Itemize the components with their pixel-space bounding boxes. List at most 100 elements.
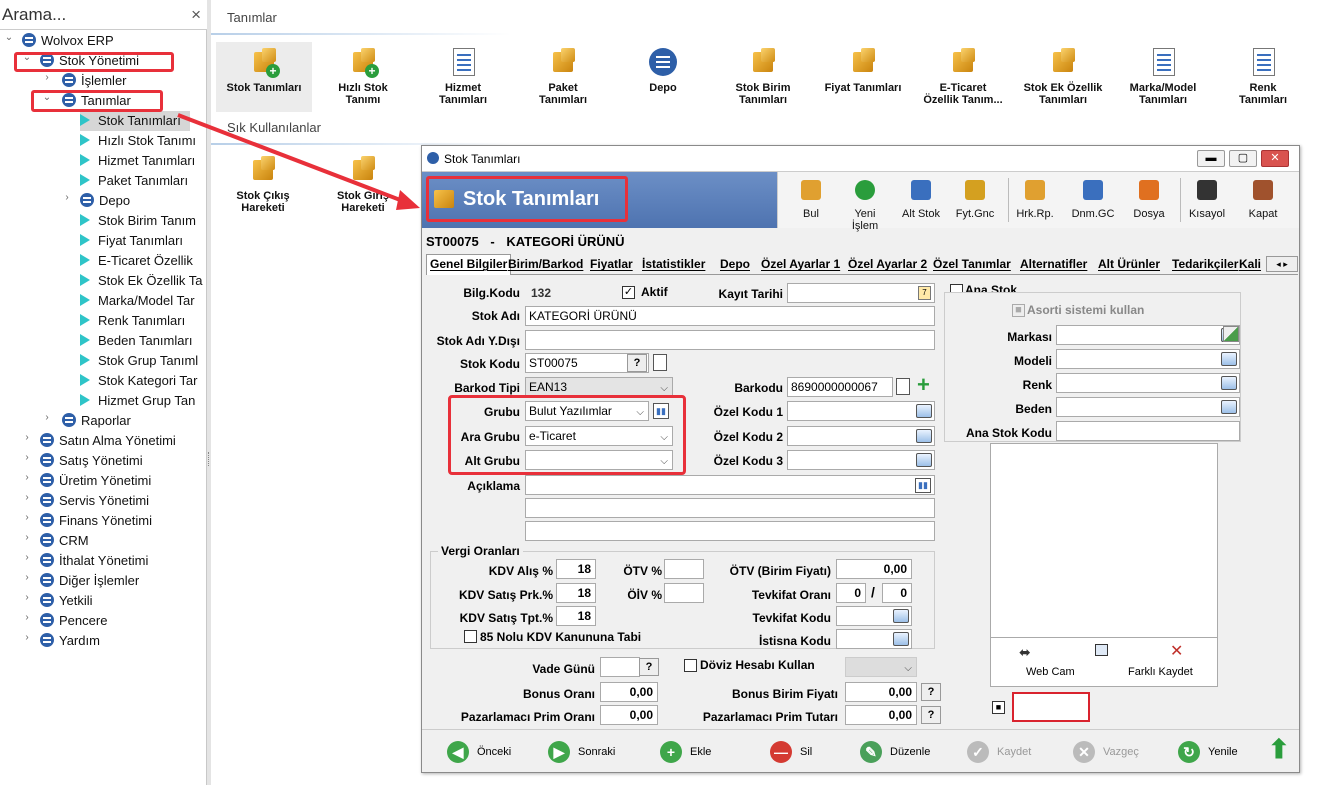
picker-icon[interactable] (916, 404, 932, 418)
expand-chevron-icon[interactable]: › (22, 452, 32, 463)
toolbar-button-0[interactable]: Bul (786, 176, 836, 220)
picker-icon[interactable] (893, 632, 909, 646)
grubu-lookup-icon[interactable]: ▮▮ (653, 403, 669, 419)
ozel-kodu-1-input[interactable] (787, 401, 935, 421)
chevron-down-icon[interactable]: ⌵ (636, 404, 644, 420)
ozel-kodu-2-input[interactable] (787, 426, 935, 446)
tree-item-2[interactable]: Hizmet Tanımları (80, 151, 195, 171)
kayit-tarihi-input[interactable]: 7 (787, 283, 935, 303)
document-icon[interactable] (896, 378, 910, 395)
ozel-kodu-3-input[interactable] (787, 450, 935, 470)
tree-item-12[interactable]: Stok Grup Tanıml (80, 351, 198, 371)
webcam-icon[interactable]: ⬌ (1019, 644, 1031, 661)
expand-chevron-icon[interactable]: › (22, 432, 32, 443)
bottom-button-7[interactable]: ↻ Yenile (1178, 741, 1238, 763)
expand-chevron-icon[interactable]: › (22, 612, 32, 623)
tab-7[interactable]: Özel Tanımlar (933, 257, 1011, 271)
ribbon-button-4[interactable]: Depo (615, 42, 711, 112)
grubu-select[interactable]: Bulut Yazılımlar ⌵ (525, 401, 649, 421)
tab-3[interactable]: İstatistikler (642, 257, 705, 271)
search-bar[interactable]: Arama... × (0, 0, 207, 30)
chevron-down-icon[interactable]: ⌵ (660, 429, 668, 445)
picker-icon[interactable] (1221, 376, 1237, 390)
ribbon-button-3[interactable]: Paket Tanımları (515, 42, 611, 112)
tree-item-module-7[interactable]: Diğer İşlemler (40, 571, 139, 591)
maximize-button[interactable]: ▢ (1229, 150, 1257, 167)
tab-4[interactable]: Depo (720, 257, 750, 271)
toolbar-button-5[interactable]: Dnm.GC (1068, 176, 1118, 220)
bottom-button-0[interactable]: ◀ Önceki (447, 741, 511, 763)
picker-icon[interactable] (893, 609, 909, 623)
otv-birim-fiyati-input[interactable]: 0,00 (836, 559, 912, 579)
bottom-button-3[interactable]: — Sil (770, 741, 812, 763)
bonus-birim-fiyati-input[interactable]: 0,00 (845, 682, 917, 702)
ara-grubu-select[interactable]: e-Ticaret ⌵ (525, 426, 673, 446)
chevron-down-icon[interactable]: ⌵ (660, 453, 668, 469)
expand-chevron-icon[interactable]: › (22, 532, 32, 543)
paz-help-button[interactable]: ? (921, 706, 941, 724)
pazarlamaci-prim-tutari-input[interactable]: 0,00 (845, 705, 917, 725)
input-beden[interactable] (1056, 397, 1240, 417)
tree-item-8[interactable]: Stok Ek Özellik Ta (80, 271, 203, 291)
tab-6[interactable]: Özel Ayarlar 2 (848, 257, 927, 271)
webcam-button[interactable]: Web Cam (1026, 666, 1075, 678)
picker-icon[interactable] (916, 453, 932, 467)
doviz-select[interactable]: ⌵ (845, 657, 917, 677)
expand-chevron-icon[interactable]: › (22, 592, 32, 603)
istisna-kodu-input[interactable] (836, 629, 912, 649)
search-input[interactable]: Arama... (2, 5, 66, 25)
ribbon-button-2[interactable]: Hizmet Tanımları (415, 42, 511, 112)
delete-icon[interactable]: ✕ (1170, 641, 1183, 661)
tree-item-module-10[interactable]: Yardım (40, 631, 100, 651)
barkod-tipi-select[interactable]: EAN13 ⌵ (525, 377, 673, 397)
aciklama-input-1[interactable]: ▮▮ (525, 475, 935, 495)
stok-adi-yd-input[interactable] (525, 330, 935, 350)
bottom-button-1[interactable]: ▶ Sonraki (548, 741, 615, 763)
tree-item-module-5[interactable]: CRM (40, 531, 89, 551)
kdv-prk-input[interactable]: 18 (556, 583, 596, 603)
tree-item-5[interactable]: Stok Birim Tanım (80, 211, 196, 231)
aciklama-input-3[interactable] (525, 521, 935, 541)
tree-item-1[interactable]: Hızlı Stok Tanımı (80, 131, 196, 151)
ribbon-button-8[interactable]: Stok Ek Özellik Tanımları (1015, 42, 1111, 112)
tree-item-3[interactable]: Paket Tanımları (80, 171, 188, 191)
tree-item-7[interactable]: E-Ticaret Özellik (80, 251, 193, 271)
yerli-uretim-checkbox[interactable]: ■ (992, 701, 1005, 714)
expand-chevron-icon[interactable]: › (42, 412, 52, 423)
tab-11[interactable]: Kali (1239, 257, 1261, 271)
expand-chevron-icon[interactable]: › (42, 72, 52, 83)
chevron-down-icon[interactable]: ⌵ (904, 660, 912, 676)
stok-adi-input[interactable]: KATEGORİ ÜRÜNÜ (525, 306, 935, 326)
expand-chevron-icon[interactable]: › (22, 552, 32, 563)
tevkifat-a-input[interactable]: 0 (836, 583, 866, 603)
vade-help-button[interactable]: ? (639, 658, 659, 676)
aktif-checkbox[interactable]: ✓ (622, 286, 635, 299)
ribbon-button-5[interactable]: Stok Birim Tanımları (715, 42, 811, 112)
favorite-button-0[interactable]: Stok Çıkış Hareketi (215, 154, 311, 214)
stok-kodu-help-button[interactable]: ? (627, 354, 647, 372)
toolbar-button-1[interactable]: Yeni İşlem (840, 176, 890, 232)
tree-item-module-2[interactable]: Üretim Yönetimi (40, 471, 151, 491)
expand-chevron-icon[interactable]: › (22, 472, 32, 483)
tree-item-11[interactable]: Beden Tanımları (80, 331, 192, 351)
tree-item-module-0[interactable]: Satın Alma Yönetimi (40, 431, 176, 451)
pazarlamaci-prim-orani-input[interactable]: 0,00 (600, 705, 658, 725)
kdv-alis-input[interactable]: 18 (556, 559, 596, 579)
tab-scroll-arrows[interactable]: ◂ ▸ (1266, 256, 1298, 272)
input-renk[interactable] (1056, 373, 1240, 393)
minimize-button[interactable]: ▬ (1197, 150, 1225, 167)
picker-icon[interactable] (916, 429, 932, 443)
tevkifat-b-input[interactable]: 0 (882, 583, 912, 603)
tevkifat-kodu-input[interactable] (836, 606, 912, 626)
picker-icon[interactable] (1221, 400, 1237, 414)
input-ana_stok_kodu[interactable] (1056, 421, 1240, 441)
alt-grubu-select[interactable]: ⌵ (525, 450, 673, 470)
tree-item-module-1[interactable]: Satış Yönetimi (40, 451, 143, 471)
toolbar-button-8[interactable]: Kapat (1238, 176, 1288, 220)
bottom-button-5[interactable]: ✓ Kaydet (967, 741, 1031, 763)
expand-chevron-icon[interactable]: › (22, 512, 32, 523)
tab-5[interactable]: Özel Ayarlar 1 (761, 257, 840, 271)
ribbon-button-10[interactable]: Renk Tanımları (1215, 42, 1311, 112)
tree-item-module-3[interactable]: Servis Yönetimi (40, 491, 149, 511)
tree-item-6[interactable]: Fiyat Tanımları (80, 231, 183, 251)
